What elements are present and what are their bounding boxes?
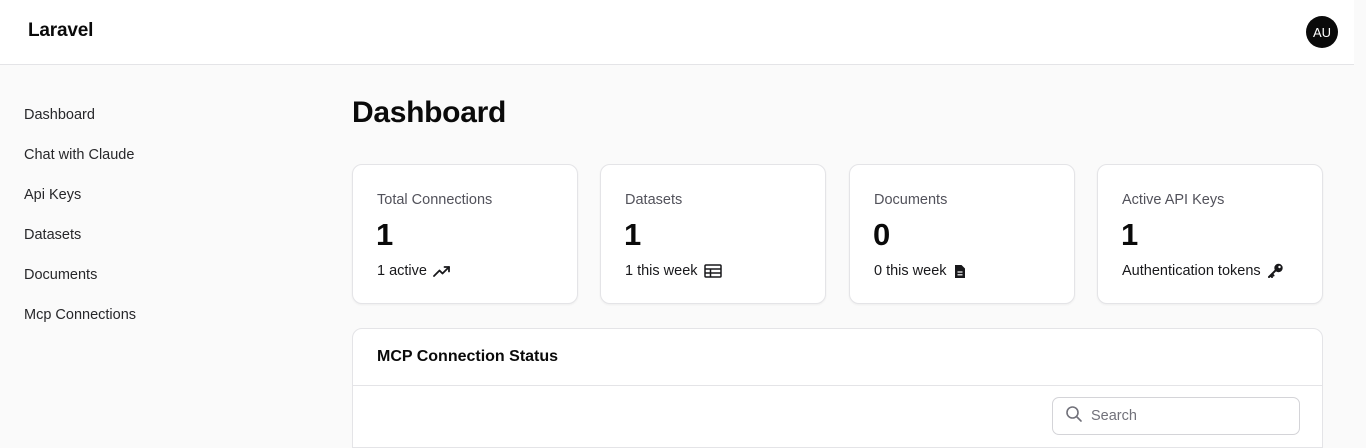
stat-card-documents: Documents 0 0 this week (849, 164, 1075, 304)
search-icon (1065, 405, 1083, 428)
sidebar-item-dashboard[interactable]: Dashboard (24, 100, 284, 140)
brand-logo[interactable]: Laravel (28, 20, 93, 42)
stat-card-label: Active API Keys (1122, 192, 1225, 208)
stat-card-value: 1 (1121, 217, 1139, 252)
stat-card-foot: Authentication tokens (1122, 263, 1284, 279)
stat-card-value: 1 (376, 217, 394, 252)
stat-card-total-connections: Total Connections 1 1 active (352, 164, 578, 304)
trending-up-icon (433, 264, 451, 278)
stat-card-foot: 1 active (377, 263, 451, 279)
user-avatar[interactable]: AU (1306, 16, 1338, 48)
stat-card-foot-text: 0 this week (874, 263, 947, 279)
top-bar: Laravel AU (0, 0, 1366, 65)
mcp-connection-status-panel: MCP Connection Status (352, 328, 1323, 448)
panel-divider (353, 385, 1322, 386)
stat-card-label: Documents (874, 192, 948, 208)
stat-card-value: 0 (873, 217, 891, 252)
stat-card-label: Total Connections (377, 192, 493, 208)
stat-card-foot-text: 1 active (377, 263, 427, 279)
stat-card-value: 1 (624, 217, 642, 252)
panel-title: MCP Connection Status (377, 348, 559, 365)
sidebar-item-chat-with-claude[interactable]: Chat with Claude (24, 140, 284, 180)
sidebar-item-datasets[interactable]: Datasets (24, 220, 284, 260)
stat-card-datasets: Datasets 1 1 this week (600, 164, 826, 304)
document-icon (953, 264, 967, 279)
stat-card-foot-text: Authentication tokens (1122, 263, 1261, 279)
table-icon (703, 264, 722, 278)
search-input[interactable] (1091, 408, 1291, 424)
sidebar-item-documents[interactable]: Documents (24, 260, 284, 300)
sidebar-item-mcp-connections[interactable]: Mcp Connections (24, 300, 284, 340)
key-icon (1267, 263, 1284, 279)
stat-card-foot: 0 this week (874, 263, 967, 279)
stat-card-active-api-keys: Active API Keys 1 Authentication tokens (1097, 164, 1323, 304)
sidebar: Dashboard Chat with Claude Api Keys Data… (24, 100, 284, 340)
stat-card-label: Datasets (625, 192, 683, 208)
search-box[interactable] (1052, 397, 1300, 435)
stats-cards: Total Connections 1 1 active Datasets 1 … (352, 164, 1323, 304)
stat-card-foot-text: 1 this week (625, 263, 698, 279)
page-title: Dashboard (352, 96, 506, 129)
page-scrollbar[interactable] (1354, 0, 1366, 432)
sidebar-item-api-keys[interactable]: Api Keys (24, 180, 284, 220)
stat-card-foot: 1 this week (625, 263, 722, 279)
